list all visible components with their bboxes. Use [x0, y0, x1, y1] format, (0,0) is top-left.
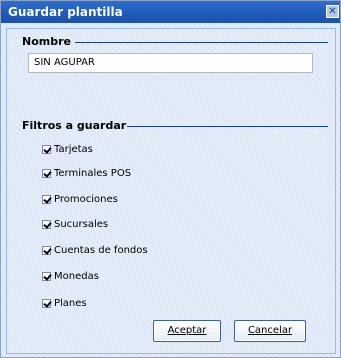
title-bar[interactable]: Guardar plantilla ✕	[1, 1, 340, 23]
name-section-divider	[75, 42, 328, 43]
template-name-input[interactable]: SIN AGUPAR	[28, 53, 313, 73]
filter-label: Sucursales	[54, 218, 109, 230]
filter-label: Planes	[54, 297, 87, 309]
filter-checkbox-sucursales[interactable]: Sucursales	[42, 217, 108, 231]
window-title: Guardar plantilla	[8, 5, 123, 19]
filter-label: Promociones	[54, 193, 118, 205]
name-section-label: Nombre	[22, 35, 71, 48]
filters-section-legend: Filtros a guardar	[22, 119, 126, 132]
filter-checkbox-promociones[interactable]: Promociones	[42, 192, 118, 206]
filter-checkbox-cuentas-de-fondos[interactable]: Cuentas de fondos	[42, 243, 148, 257]
name-section-legend: Nombre	[22, 35, 71, 48]
filters-section-divider	[127, 126, 328, 127]
checkbox-checked-icon[interactable]	[42, 245, 51, 255]
accept-button[interactable]: Aceptar	[153, 320, 221, 342]
filter-label: Terminales POS	[54, 167, 132, 179]
cancel-button[interactable]: Cancelar	[234, 320, 306, 342]
filter-checkbox-planes[interactable]: Planes	[42, 296, 87, 310]
checkbox-checked-icon[interactable]	[42, 219, 51, 229]
filter-label: Monedas	[54, 270, 99, 282]
checkbox-checked-icon[interactable]	[42, 298, 51, 308]
filter-label: Cuentas de fondos	[54, 244, 148, 256]
checkbox-checked-icon[interactable]	[42, 168, 51, 178]
filters-section-label: Filtros a guardar	[22, 119, 127, 132]
dialog-window: Guardar plantilla ✕ Nombre SIN AGUPAR Fi…	[0, 0, 341, 358]
close-icon[interactable]: ✕	[326, 5, 339, 18]
checkbox-checked-icon[interactable]	[42, 144, 51, 154]
filter-checkbox-tarjetas[interactable]: Tarjetas	[42, 142, 93, 156]
filter-label: Tarjetas	[54, 143, 93, 155]
filter-checkbox-monedas[interactable]: Monedas	[42, 269, 99, 283]
checkbox-checked-icon[interactable]	[42, 271, 51, 281]
filter-checkbox-terminales-pos[interactable]: Terminales POS	[42, 166, 131, 180]
checkbox-checked-icon[interactable]	[42, 194, 51, 204]
